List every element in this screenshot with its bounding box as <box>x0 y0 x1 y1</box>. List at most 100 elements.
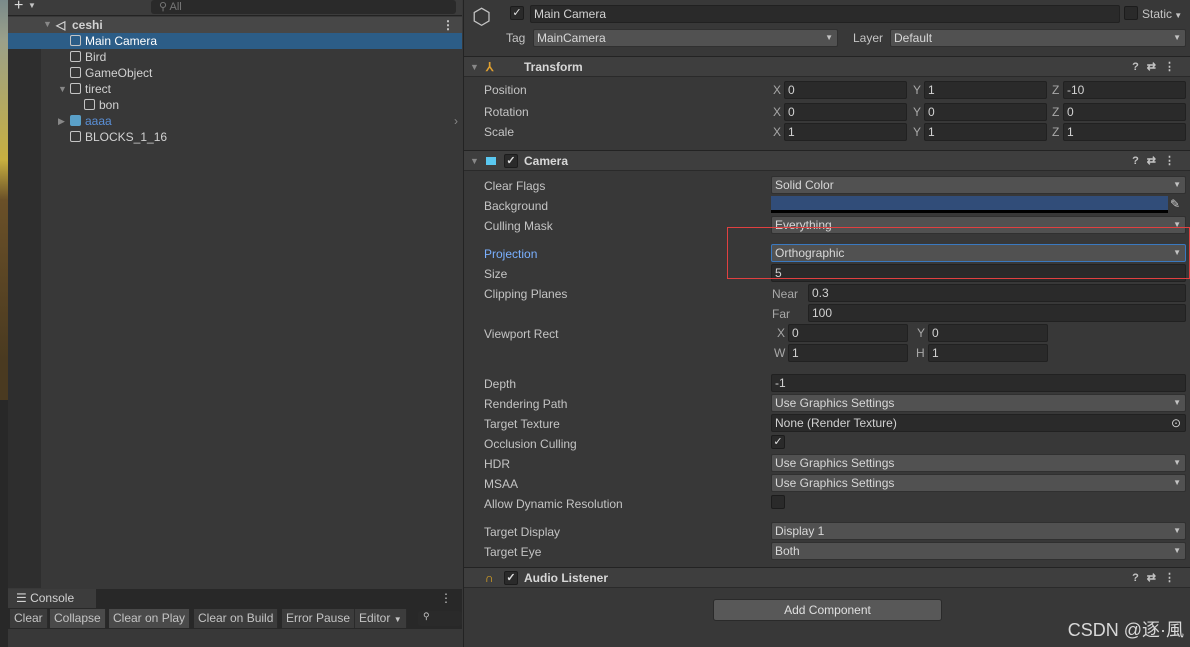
gameobject-icon <box>70 83 81 94</box>
tab-label: Console <box>30 591 75 605</box>
near-field[interactable]: 0.3 <box>808 284 1186 302</box>
add-dropdown-icon[interactable]: ▼ <box>28 1 36 10</box>
viewport-w-field[interactable]: 1 <box>788 344 908 362</box>
hierarchy-search-input[interactable]: ⚲ All <box>151 0 456 14</box>
hierarchy-item[interactable]: ▶ aaaa › <box>8 113 462 129</box>
item-label: bon <box>99 98 120 112</box>
tag-label: Tag <box>506 31 526 45</box>
axis-label: Y <box>913 83 922 97</box>
axis-label: Z <box>1052 105 1060 119</box>
hdr-label: HDR <box>484 457 510 471</box>
viewport-x-field[interactable]: 0 <box>788 324 908 342</box>
camera-icon <box>486 157 496 165</box>
target-eye-dropdown[interactable]: Both <box>771 542 1186 560</box>
scene-header[interactable]: ▼ ◁ ceshi ⋮ <box>8 17 462 33</box>
more-menu-icon[interactable]: ⋮ <box>442 17 454 33</box>
expand-arrow-icon[interactable]: ▼ <box>58 81 67 97</box>
active-checkbox[interactable]: ✓ <box>510 6 524 20</box>
occlusion-culling-checkbox[interactable]: ✓ <box>771 435 785 449</box>
rotation-x-field[interactable]: 0 <box>784 103 907 121</box>
hierarchy-item[interactable]: BLOCKS_1_16 <box>8 129 462 145</box>
collapse-button[interactable]: Collapse <box>50 609 106 628</box>
clear-on-play-button[interactable]: Clear on Play <box>109 609 191 628</box>
scale-z-field[interactable]: 1 <box>1063 123 1186 141</box>
component-header-icons[interactable]: ?⇄⋮ <box>1132 151 1183 171</box>
rendering-path-label: Rendering Path <box>484 397 568 411</box>
hierarchy-item[interactable]: Main Camera <box>8 33 462 49</box>
clear-button[interactable]: Clear <box>10 609 48 628</box>
hierarchy-toolbar: + ▼ ⚲ All <box>8 0 462 16</box>
transform-header[interactable]: ▼ ⅄ Transform ?⇄⋮ <box>464 56 1190 77</box>
unity-scene-icon: ◁ <box>56 18 66 32</box>
object-picker-icon[interactable]: ⊙ <box>1171 415 1181 431</box>
dynamic-resolution-checkbox[interactable] <box>771 495 785 509</box>
occlusion-culling-label: Occlusion Culling <box>484 437 577 451</box>
gameobject-icon[interactable]: ⬡ <box>472 4 491 30</box>
error-pause-button[interactable]: Error Pause <box>282 609 356 628</box>
axis-label: X <box>773 105 782 119</box>
tag-dropdown[interactable]: MainCamera <box>533 29 838 47</box>
target-display-label: Target Display <box>484 525 561 539</box>
position-x-field[interactable]: 0 <box>784 81 907 99</box>
target-display-dropdown[interactable]: Display 1 <box>771 522 1186 540</box>
target-texture-field[interactable]: None (Render Texture) ⊙ <box>771 414 1186 432</box>
hierarchy-item[interactable]: GameObject <box>8 65 462 81</box>
component-header-icons[interactable]: ?⇄⋮ <box>1132 568 1183 588</box>
highlight-box <box>727 227 1190 279</box>
add-component-button[interactable]: Add Component <box>713 599 942 621</box>
viewport-y-field[interactable]: 0 <box>928 324 1048 342</box>
editor-dropdown[interactable]: Editor ▼ <box>355 609 407 628</box>
position-z-field[interactable]: -10 <box>1063 81 1186 99</box>
component-title: Transform <box>524 60 583 74</box>
clipping-planes-label: Clipping Planes <box>484 287 568 301</box>
expand-arrow-icon[interactable]: ▼ <box>470 57 479 77</box>
far-label: Far <box>772 307 790 321</box>
depth-field[interactable]: -1 <box>771 374 1186 392</box>
target-texture-value: None (Render Texture) <box>775 416 897 430</box>
layer-dropdown[interactable]: Default <box>890 29 1186 47</box>
static-checkbox[interactable] <box>1124 6 1138 20</box>
item-label: Main Camera <box>85 34 158 48</box>
msaa-dropdown[interactable]: Use Graphics Settings <box>771 474 1186 492</box>
add-button[interactable]: + <box>14 0 23 15</box>
console-search-input[interactable]: ⚲ <box>418 611 462 626</box>
hierarchy-item[interactable]: ▼ tirect <box>8 81 462 97</box>
rotation-z-field[interactable]: 0 <box>1063 103 1186 121</box>
more-menu-icon[interactable]: ⋮ <box>440 591 452 605</box>
scale-x-field[interactable]: 1 <box>784 123 907 141</box>
collapse-arrow-icon[interactable]: ▶ <box>58 113 65 129</box>
rotation-y-field[interactable]: 0 <box>924 103 1047 121</box>
layer-label: Layer <box>853 31 884 45</box>
position-y-field[interactable]: 1 <box>924 81 1047 99</box>
clear-flags-dropdown[interactable]: Solid Color <box>771 176 1186 194</box>
camera-enabled-checkbox[interactable]: ✓ <box>504 154 518 168</box>
hierarchy-item[interactable]: bon <box>8 97 462 113</box>
axis-label: Z <box>1052 125 1060 139</box>
hierarchy-item[interactable]: Bird <box>8 49 462 65</box>
audio-enabled-checkbox[interactable]: ✓ <box>504 571 518 585</box>
scene-view-edge-lower <box>0 400 8 647</box>
background-color-swatch[interactable] <box>771 196 1168 213</box>
scale-y-field[interactable]: 1 <box>924 123 1047 141</box>
chevron-right-icon[interactable]: › <box>454 113 458 129</box>
gameobject-icon <box>70 35 81 46</box>
tab-console[interactable]: ☰ Console <box>8 589 96 608</box>
eyedropper-icon[interactable]: ✎ <box>1170 197 1180 211</box>
camera-header[interactable]: ▼ ✓ Camera ?⇄⋮ <box>464 150 1190 171</box>
clear-on-build-button[interactable]: Clear on Build <box>194 609 279 628</box>
projection-label: Projection <box>484 247 538 261</box>
static-dropdown[interactable]: Static ▼ <box>1142 7 1182 21</box>
expand-arrow-icon[interactable]: ▼ <box>470 151 479 171</box>
far-field[interactable]: 100 <box>808 304 1186 322</box>
audio-listener-header[interactable]: ∩ ✓ Audio Listener ?⇄⋮ <box>464 567 1190 588</box>
component-header-icons[interactable]: ?⇄⋮ <box>1132 57 1183 77</box>
item-label: tirect <box>85 82 112 96</box>
rendering-path-dropdown[interactable]: Use Graphics Settings <box>771 394 1186 412</box>
axis-label: Y <box>917 326 926 340</box>
name-field[interactable]: Main Camera <box>530 5 1120 23</box>
hdr-dropdown[interactable]: Use Graphics Settings <box>771 454 1186 472</box>
viewport-h-field[interactable]: 1 <box>928 344 1048 362</box>
size-label: Size <box>484 267 508 281</box>
axis-label: W <box>774 346 786 360</box>
expand-arrow-icon[interactable]: ▼ <box>43 19 52 29</box>
